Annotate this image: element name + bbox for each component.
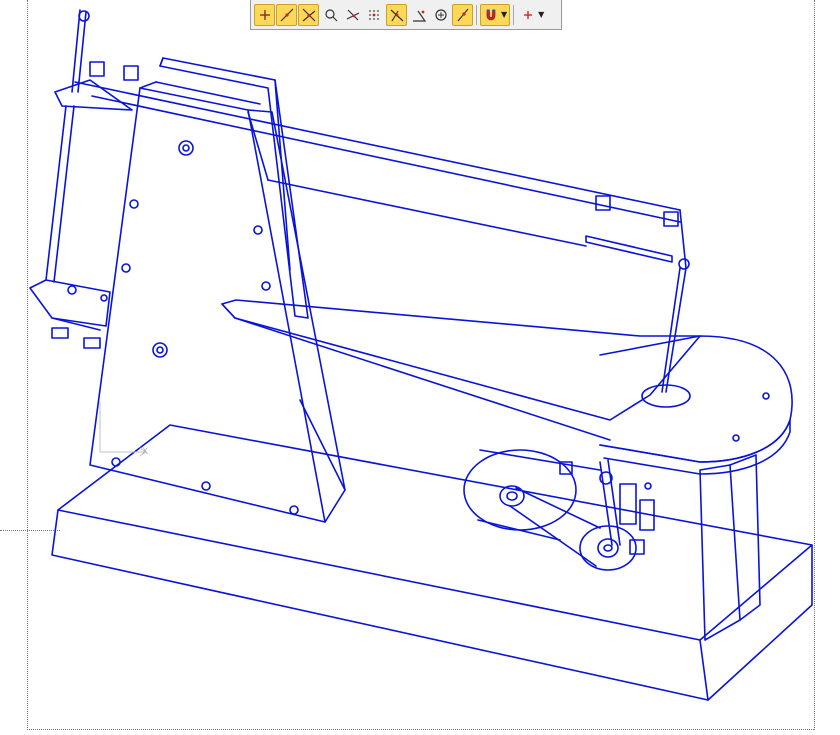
snap-on-entity-button[interactable] xyxy=(452,3,473,26)
snap-midpoint-icon xyxy=(280,8,293,21)
ucs-x-label: X xyxy=(142,447,148,457)
snap-center-icon xyxy=(434,8,447,21)
snap-midpoint-button[interactable] xyxy=(276,3,297,26)
magnet-dropdown[interactable]: ▼ xyxy=(480,3,511,26)
point-marker-dropdown[interactable]: ▼ xyxy=(517,4,547,26)
snap-endpoint-icon xyxy=(259,9,270,20)
snap-center-button[interactable] xyxy=(430,4,451,26)
snap-apparent-intersection-button[interactable] xyxy=(342,4,363,26)
bolt-holes xyxy=(111,140,770,515)
drawing-viewport[interactable]: X ▼ ▼ xyxy=(0,0,840,735)
table-top xyxy=(599,258,793,475)
snap-grid-button[interactable] xyxy=(364,4,385,26)
object-snap-toolbar: ▼ ▼ xyxy=(250,0,562,30)
snap-angle-icon xyxy=(412,10,426,22)
table-legs xyxy=(699,454,761,641)
base-block xyxy=(51,424,813,701)
snap-endpoint-button[interactable] xyxy=(254,3,275,26)
snap-on-entity-icon xyxy=(457,8,468,21)
snap-perpendicular-icon xyxy=(390,9,403,21)
snap-grid-icon xyxy=(368,9,379,20)
toolbar-separator xyxy=(513,4,515,25)
snap-perpendicular-button[interactable] xyxy=(386,3,407,26)
toolbar-separator xyxy=(476,4,477,25)
upper-arm xyxy=(74,81,687,269)
snap-apparent-intersection-icon xyxy=(346,9,359,20)
magnet-icon xyxy=(486,9,496,20)
snap-intersection-button[interactable] xyxy=(298,3,319,26)
snap-intersection-icon xyxy=(302,8,315,21)
snap-tangent-icon xyxy=(324,8,337,21)
lower-arm xyxy=(221,299,701,441)
snap-angle-button[interactable] xyxy=(408,4,429,26)
chevron-down-icon: ▼ xyxy=(538,9,545,19)
point-marker-icon xyxy=(524,10,533,19)
snap-tangent-button[interactable] xyxy=(320,4,341,26)
chevron-down-icon: ▼ xyxy=(501,9,508,19)
scroll-saw-wireframe-model[interactable]: X xyxy=(0,0,840,735)
